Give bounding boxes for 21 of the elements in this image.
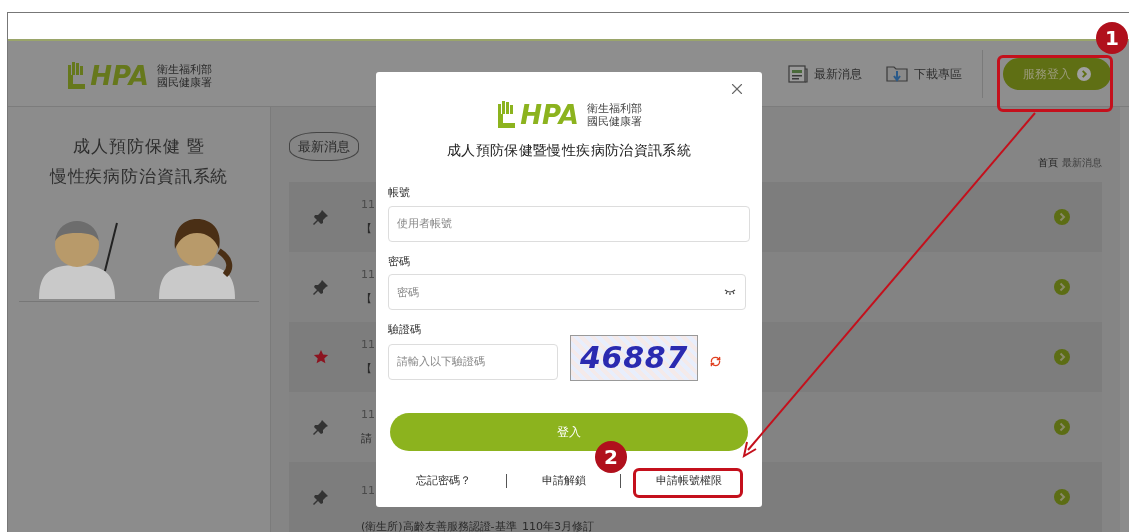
news-title: 【 [361, 221, 372, 237]
logo-org-name: 衛生福利部 [586, 102, 642, 115]
news-date: 11 [361, 406, 375, 423]
logo-wordmark: HPA [520, 102, 579, 128]
logo-org-name: 國民健康署 [156, 75, 212, 89]
field-label: 驗證碼 [388, 322, 422, 338]
logo-org-name: 衛生福利部 [156, 62, 212, 76]
logo-wordmark: HPA [90, 62, 149, 89]
logo-org-name: 國民健康署 [586, 115, 642, 128]
news-title: 請 [361, 431, 372, 447]
dialog-title: 成人預防保健暨慢性疾病防治資訊系統 [446, 141, 692, 160]
news-date: 11 [361, 266, 375, 283]
captcha-text: 46887 [579, 339, 689, 377]
news-title: 【 [361, 291, 372, 307]
news-title: (衛生所)高齡友善服務認證-基準_110年3月修訂 [361, 519, 595, 532]
field-label: 密碼 [388, 253, 411, 270]
system-title: 慢性疾病防治資訊系統 [49, 165, 229, 188]
system-title: 成人預防保健 暨 [73, 135, 205, 158]
field-label: 帳號 [388, 185, 411, 201]
news-heading: 最新消息 [289, 131, 359, 162]
news-title: 【 [361, 361, 372, 377]
